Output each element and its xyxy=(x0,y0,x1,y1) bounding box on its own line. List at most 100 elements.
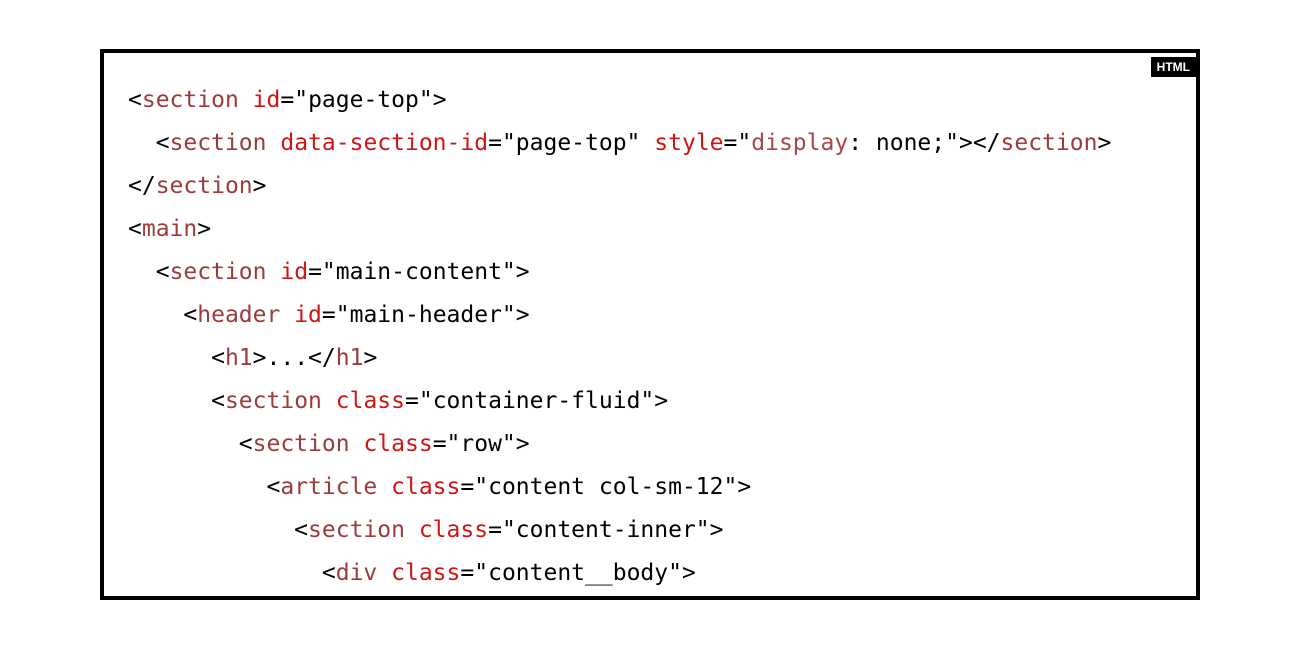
code-token-tag: section xyxy=(169,259,267,285)
code-line: <article class="content col-sm-12"> xyxy=(128,466,1111,509)
code-token-attr: id xyxy=(252,87,281,113)
code-listing: <section id="page-top"> <section data-se… xyxy=(128,79,1111,595)
code-token-tag: section xyxy=(169,130,267,156)
code-token-punct: > xyxy=(709,517,724,543)
code-token-punct: < xyxy=(128,87,142,113)
code-line: <section data-section-id="page-top" styl… xyxy=(128,122,1112,165)
code-token-punct: = xyxy=(460,560,475,586)
code-token-punct: > xyxy=(515,431,530,457)
code-token-tag: article xyxy=(280,474,378,500)
code-token-punct: > xyxy=(515,259,530,285)
code-token-tag: section xyxy=(224,388,322,414)
code-token-punct: = xyxy=(432,431,447,457)
code-token-punct xyxy=(377,560,391,586)
code-token-tag: section xyxy=(1000,130,1098,156)
code-token-str: "page-top" xyxy=(501,130,641,156)
code-token-attr: class xyxy=(391,474,461,500)
code-token-punct: < xyxy=(211,388,225,414)
code-token-punct: >...</ xyxy=(252,345,336,371)
code-token-punct: > xyxy=(515,302,530,328)
code-token-tag: section xyxy=(252,431,350,457)
code-token-attr: style xyxy=(654,130,724,156)
code-token-punct: < xyxy=(321,560,336,586)
code-token-punct: < xyxy=(266,474,281,500)
language-badge: HTML xyxy=(1150,57,1196,77)
code-token-attr: id xyxy=(294,302,322,328)
code-token-punct: = xyxy=(280,87,295,113)
code-line: <div class="content__body"> xyxy=(128,552,1111,595)
code-token-punct: > xyxy=(432,87,447,113)
code-token-punct: = xyxy=(488,517,502,543)
code-token-punct: < xyxy=(211,345,225,371)
code-token-punct xyxy=(267,259,281,285)
code-token-attr: id xyxy=(280,259,309,285)
code-token-str: "content col-sm-12" xyxy=(474,474,738,500)
code-line: <section id="main-content"> xyxy=(128,251,1111,294)
code-token-punct: > xyxy=(681,560,696,586)
code-block: HTML <section id="page-top"> <section da… xyxy=(100,49,1200,600)
code-line: <h1>...</h1> xyxy=(128,337,1111,380)
code-token-punct xyxy=(280,302,294,328)
code-line: <section id="page-top"> xyxy=(128,79,1111,122)
code-token-punct: < xyxy=(155,130,170,156)
code-token-str: "content-inner" xyxy=(501,517,710,543)
code-token-punct: > xyxy=(363,345,378,371)
code-line: <header id="main-header"> xyxy=(128,294,1111,337)
code-token-punct: > xyxy=(197,216,212,242)
code-token-str: "content__body" xyxy=(474,560,682,586)
code-token-tag: main xyxy=(141,216,198,242)
code-token-punct: > xyxy=(737,474,752,500)
code-token-attr: class xyxy=(335,388,405,414)
code-line: </section> xyxy=(128,165,1111,208)
code-token-attr: class xyxy=(363,431,433,457)
code-token-punct: = xyxy=(405,388,419,414)
code-line: <section class="container-fluid"> xyxy=(128,380,1111,423)
code-token-prop: display xyxy=(751,130,849,156)
code-token-str: : none;" xyxy=(848,130,959,156)
code-token-str: " xyxy=(737,130,752,156)
code-token-punct: > xyxy=(1097,130,1112,156)
code-token-punct xyxy=(239,87,253,113)
code-token-str: "main-header" xyxy=(335,302,516,328)
code-token-str: "page-top" xyxy=(294,87,433,113)
code-token-punct: > xyxy=(252,173,267,199)
code-token-tag: section xyxy=(141,87,239,113)
code-line: <main> xyxy=(128,208,1111,251)
code-token-punct: > xyxy=(654,388,669,414)
code-token-punct: = xyxy=(308,259,322,285)
code-line: <section class="row"> xyxy=(128,423,1111,466)
code-token-punct: </ xyxy=(128,173,156,199)
code-token-str: "container-fluid" xyxy=(418,388,655,414)
code-line: <section class="content-inner"> xyxy=(128,509,1111,552)
code-token-punct: < xyxy=(238,431,253,457)
code-token-punct xyxy=(640,130,654,156)
code-token-punct xyxy=(267,130,281,156)
code-token-punct xyxy=(405,517,419,543)
code-token-punct xyxy=(322,388,336,414)
code-token-punct: < xyxy=(183,302,198,328)
code-token-str: "main-content" xyxy=(321,259,516,285)
code-token-punct: = xyxy=(460,474,475,500)
code-token-attr: data-section-id xyxy=(280,130,489,156)
code-token-punct: ></ xyxy=(958,130,1001,156)
code-token-punct: < xyxy=(294,517,309,543)
code-token-tag: header xyxy=(197,302,281,328)
code-token-tag: h1 xyxy=(224,345,253,371)
code-token-punct: < xyxy=(128,216,142,242)
code-token-str: "row" xyxy=(446,431,516,457)
code-token-tag: section xyxy=(155,173,253,199)
code-token-punct xyxy=(350,431,364,457)
code-token-punct xyxy=(377,474,391,500)
code-token-tag: section xyxy=(308,517,405,543)
code-token-punct: < xyxy=(155,259,170,285)
code-token-punct: = xyxy=(488,130,502,156)
